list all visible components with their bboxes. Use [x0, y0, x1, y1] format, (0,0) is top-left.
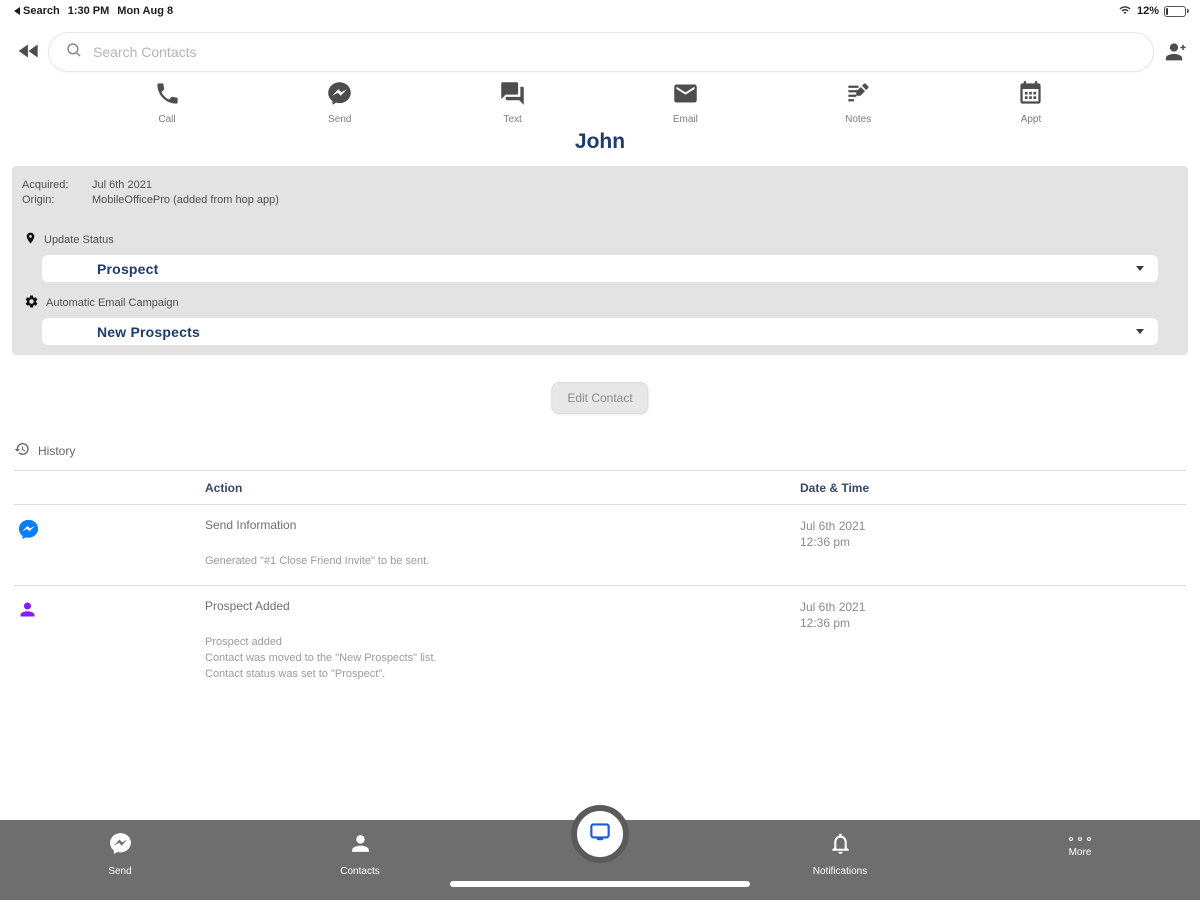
nav-home-screen-button[interactable]	[571, 805, 629, 863]
nav-more-button[interactable]: More	[960, 820, 1200, 900]
search-bar	[48, 32, 1154, 72]
campaign-label: Automatic Email Campaign	[46, 297, 179, 309]
origin-value: MobileOfficePro (added from hop app)	[92, 194, 279, 206]
nav-label: Send	[108, 866, 132, 877]
messenger-icon	[326, 80, 353, 112]
search-input[interactable]	[93, 44, 1137, 60]
action-label: Send	[328, 114, 352, 125]
action-label: Call	[158, 114, 176, 125]
notes-pen-icon	[845, 80, 872, 112]
history-datetime-cell: Jul 6th 2021 12:36 pm	[800, 518, 1186, 569]
person-icon	[14, 599, 205, 682]
history-details: Prospect added Contact was moved to the …	[205, 634, 800, 682]
acquired-value: Jul 6th 2021	[92, 179, 152, 191]
notes-button[interactable]: Notes	[827, 80, 889, 130]
history-table: Action Date & Time Send Information Gene…	[14, 470, 1186, 698]
history-row: Send Information Generated "#1 Close Fri…	[14, 505, 1186, 586]
calendar-icon	[1017, 80, 1044, 112]
dots-icon	[1069, 837, 1091, 841]
nav-label: More	[1068, 847, 1092, 858]
campaign-value: New Prospects	[97, 323, 200, 340]
chat-bubbles-icon	[499, 80, 526, 112]
nav-notifications-button[interactable]: Notifications	[720, 820, 960, 900]
history-time: 12:36 pm	[800, 616, 851, 630]
quick-actions-row: Call Send Text Email Notes Appt	[136, 80, 1062, 130]
campaign-label-row: Automatic Email Campaign	[24, 294, 1178, 312]
history-time: 12:36 pm	[800, 535, 851, 549]
add-contact-button[interactable]	[1160, 37, 1190, 67]
datetime-column-header: Date & Time	[800, 480, 870, 495]
history-action: Send Information	[205, 518, 297, 532]
back-triangle-icon	[14, 7, 20, 15]
email-button[interactable]: Email	[654, 80, 716, 130]
history-action-cell: Prospect Added Prospect added Contact wa…	[205, 599, 800, 682]
battery-icon	[1164, 5, 1189, 17]
rewind-back-button[interactable]	[16, 38, 42, 64]
contact-name: John	[574, 130, 626, 153]
action-label: Email	[672, 114, 698, 125]
acquired-row: Acquired: Jul 6th 2021	[22, 178, 1178, 193]
status-dropdown[interactable]: Prospect	[42, 255, 1158, 282]
nav-label: Contacts	[340, 866, 380, 877]
call-button[interactable]: Call	[136, 80, 198, 130]
envelope-icon	[672, 80, 699, 112]
person-icon	[348, 831, 373, 861]
origin-row: Origin: MobileOfficePro (added from hop …	[22, 193, 1178, 208]
history-detail-line: Contact was moved to the "New Prospects"…	[205, 652, 437, 664]
history-title: History	[38, 443, 76, 458]
edit-contact-button[interactable]: Edit Contact	[551, 382, 649, 414]
contact-info-panel: Acquired: Jul 6th 2021 Origin: MobileOff…	[12, 166, 1188, 355]
bell-icon	[828, 831, 853, 861]
wifi-icon	[1118, 4, 1132, 19]
phone-icon	[154, 80, 181, 112]
search-icon	[65, 41, 83, 64]
nav-send-button[interactable]: Send	[0, 820, 240, 900]
chevron-down-icon	[1136, 329, 1144, 334]
status-value: Prospect	[97, 260, 159, 277]
back-app-label: Search	[23, 5, 60, 17]
send-button[interactable]: Send	[309, 80, 371, 130]
update-status-label-row: Update Status	[24, 230, 1178, 249]
monitor-icon	[587, 819, 613, 850]
history-table-header: Action Date & Time	[14, 470, 1186, 505]
action-label: Text	[503, 114, 522, 125]
status-bar: Search 1:30 PM Mon Aug 8 12%	[0, 0, 1200, 22]
battery-percent: 12%	[1136, 5, 1159, 17]
location-pin-icon	[24, 230, 37, 249]
chevron-down-icon	[1136, 266, 1144, 271]
appt-button[interactable]: Appt	[1000, 80, 1062, 130]
history-detail-line: Prospect added	[205, 636, 283, 648]
action-column-header: Action	[205, 480, 243, 495]
history-datetime-cell: Jul 6th 2021 12:36 pm	[800, 599, 1186, 682]
action-label: Notes	[845, 114, 872, 125]
nav-contacts-button[interactable]: Contacts	[240, 820, 480, 900]
text-button[interactable]: Text	[482, 80, 544, 130]
status-date: Mon Aug 8	[117, 5, 174, 17]
messenger-icon	[14, 518, 205, 569]
history-detail-line: Contact status was set to "Prospect".	[205, 668, 386, 680]
history-details: Generated "#1 Close Friend Invite" to be…	[205, 553, 800, 569]
gear-icon	[24, 294, 39, 312]
history-action: Prospect Added	[205, 599, 290, 613]
origin-label: Origin:	[22, 194, 55, 206]
history-date: Jul 6th 2021	[800, 600, 866, 614]
return-to-search-button[interactable]: Search	[14, 5, 60, 17]
messenger-icon	[108, 831, 133, 861]
contact-detail-screen: Search 1:30 PM Mon Aug 8 12% Search Cont…	[0, 0, 1200, 900]
status-time: 1:30 PM	[67, 5, 110, 17]
update-status-label: Update Status	[44, 233, 114, 246]
history-action-cell: Send Information Generated "#1 Close Fri…	[205, 518, 800, 569]
action-label: Appt	[1020, 114, 1042, 125]
history-row: Prospect Added Prospect added Contact wa…	[14, 586, 1186, 698]
history-clock-icon	[14, 441, 30, 460]
acquired-label: Acquired:	[22, 179, 69, 191]
nav-label: Notifications	[812, 866, 868, 877]
top-header	[0, 28, 1200, 76]
history-date: Jul 6th 2021	[800, 519, 866, 533]
campaign-dropdown[interactable]: New Prospects	[42, 318, 1158, 345]
home-indicator[interactable]	[450, 881, 750, 887]
history-detail-line: Generated "#1 Close Friend Invite" to be…	[205, 555, 430, 567]
history-header: History	[14, 441, 75, 460]
